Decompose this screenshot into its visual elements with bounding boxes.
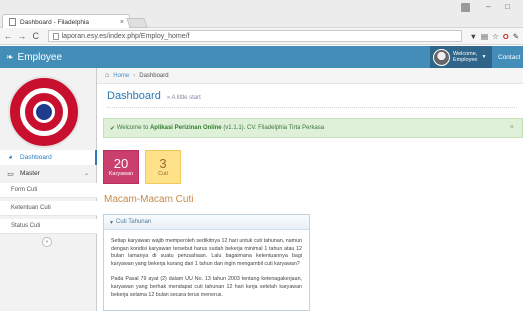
alert-suffix: . CV. Filadelphia Tirta Perkasa	[243, 125, 325, 131]
caret-down-icon: ▼	[481, 54, 487, 60]
check-icon: ✔	[110, 125, 117, 132]
star-icon[interactable]: ☆	[492, 32, 499, 41]
sidebar-collapse-icon[interactable]: «	[42, 237, 52, 247]
alert-close-icon[interactable]: ×	[510, 124, 514, 131]
company-logo	[8, 76, 80, 148]
cuti-tahunan-panel: ▾ Cuti Tahunan Setiap karyawan wajib mem…	[103, 214, 310, 311]
stat-cuti[interactable]: 3 Cuti	[145, 150, 181, 184]
page-icon	[9, 18, 16, 26]
stat-label: Cuti	[158, 171, 168, 177]
panel-header[interactable]: ▾ Cuti Tahunan	[104, 215, 309, 230]
sidebar-subitem-status-cuti[interactable]: Status Cuti	[0, 219, 97, 234]
stat-value: 3	[159, 156, 167, 171]
profile-icon[interactable]	[461, 3, 470, 12]
sidebar: ◕ Dashboard ▭ Master ⌄ Form Cuti Ketentu…	[0, 68, 97, 311]
sidebar-item-dashboard[interactable]: ◕ Dashboard	[0, 150, 97, 165]
leaf-icon: ❧	[6, 51, 14, 62]
sidebar-item-label: Master	[20, 170, 40, 177]
page-title: Dashboard	[107, 90, 161, 102]
breadcrumb: ⌂ Home › Dashboard	[97, 68, 523, 84]
tab-close-icon[interactable]: ×	[120, 19, 124, 26]
sidebar-subitem-ketentuan-cuti[interactable]: Ketentuan Cuti	[0, 201, 97, 216]
panel-paragraph: Setiap karyawan wajib memperoleh sedikit…	[111, 238, 302, 267]
sidebar-item-label: Dashboard	[20, 154, 52, 161]
app-navbar: ❧ Employee Welcome, Employee ▼ Contact	[0, 46, 523, 68]
browser-tab[interactable]: Dashboard - Filadelphia ×	[2, 14, 130, 29]
minimize-button[interactable]: –	[486, 2, 490, 11]
url-input[interactable]: laporan.esy.es/index.php/Employ_home/f	[47, 30, 462, 42]
filter-icon[interactable]: ▼	[470, 32, 477, 41]
tab-title: Dashboard - Filadelphia	[20, 18, 90, 26]
brand[interactable]: ❧ Employee	[6, 52, 62, 63]
new-tab-button[interactable]	[126, 18, 148, 28]
forward-arrow-icon[interactable]: →	[16, 31, 28, 41]
user-menu[interactable]: Welcome, Employee ▼	[430, 46, 493, 68]
breadcrumb-current: Dashboard	[139, 72, 169, 79]
alert-app-name: Aplikasi Perizinan Online	[149, 125, 222, 131]
welcome-alert: ✔ Welcome to Aplikasi Perizinan Online (…	[103, 118, 523, 138]
back-arrow-icon[interactable]: ←	[2, 31, 14, 41]
browser-titlebar: Dashboard - Filadelphia × – □	[0, 0, 523, 29]
reload-icon[interactable]: C	[30, 31, 42, 41]
contact-link[interactable]: Contact	[498, 46, 520, 68]
extension-icon[interactable]: ✎	[513, 32, 519, 41]
page-icon	[52, 32, 59, 40]
panel-body: Setiap karyawan wajib memperoleh sedikit…	[104, 230, 309, 299]
home-icon: ⌂	[105, 72, 110, 79]
page-subtitle: » A little start	[166, 95, 201, 101]
sidebar-item-master[interactable]: ▭ Master ⌄	[0, 166, 97, 181]
url-text: laporan.esy.es/index.php/Employ_home/f	[61, 32, 190, 40]
dashboard-icon: ◕	[8, 154, 13, 161]
avatar	[433, 48, 450, 66]
brand-label: Employee	[17, 51, 63, 63]
extension-icons: ▼ ▤ ☆ O ✎	[470, 32, 523, 41]
page-header: Dashboard » A little start	[107, 90, 517, 108]
user-name: Employee	[453, 57, 478, 63]
desktop-icon: ▭	[7, 170, 14, 178]
maximize-button[interactable]: □	[505, 2, 510, 11]
stat-label: Karyawan	[108, 171, 134, 177]
chevron-down-icon: ⌄	[83, 171, 89, 177]
stat-value: 20	[113, 156, 129, 171]
alert-version: (v1.1.1)	[223, 125, 244, 131]
section-title: Macam-Macam Cuti	[104, 194, 194, 205]
panel-title: Cuti Tahunan	[116, 219, 152, 225]
address-bar: ← → C laporan.esy.es/index.php/Employ_ho…	[0, 28, 523, 45]
alert-prefix: Welcome to	[116, 125, 149, 131]
stat-karyawan[interactable]: 20 Karyawan	[103, 150, 139, 184]
sidebar-subitem-form-cuti[interactable]: Form Cuti	[0, 183, 97, 198]
breadcrumb-separator: ›	[133, 72, 136, 79]
translate-icon[interactable]: ▤	[481, 32, 488, 41]
breadcrumb-home[interactable]: Home	[113, 73, 129, 79]
panel-paragraph: Pada Pasal 79 ayat (2) dalam UU No. 13 t…	[111, 276, 302, 298]
chevron-down-icon: ▾	[110, 219, 114, 226]
welcome-text: Welcome, Employee	[453, 51, 477, 63]
opera-icon[interactable]: O	[503, 32, 509, 41]
